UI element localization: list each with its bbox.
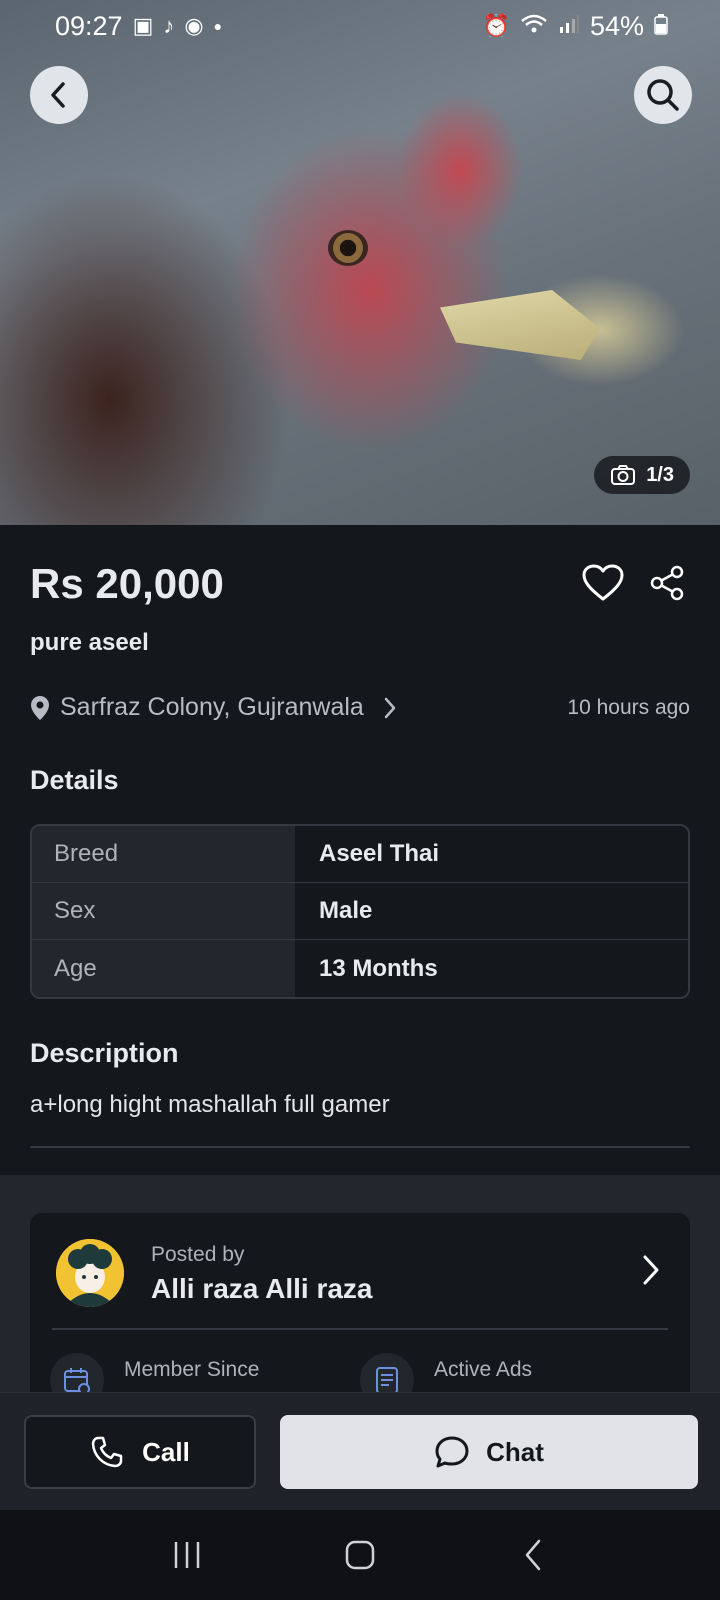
recent-apps-button[interactable] bbox=[157, 1530, 217, 1580]
home-icon bbox=[345, 1540, 375, 1570]
photo-rooster-eye bbox=[328, 230, 368, 266]
price: Rs 20,000 bbox=[30, 560, 224, 607]
tiktok-icon: ♪ bbox=[163, 13, 175, 38]
photo-rooster-beak bbox=[440, 290, 600, 360]
gallery-icon: ▣ bbox=[132, 13, 154, 38]
back-icon bbox=[526, 1539, 541, 1571]
chevron-right-icon bbox=[643, 1255, 659, 1285]
back-button[interactable] bbox=[30, 66, 88, 124]
chat-button[interactable]: Chat bbox=[280, 1415, 698, 1489]
details-row-breed: Breed Aseel Thai bbox=[32, 826, 688, 883]
battery-icon bbox=[654, 11, 668, 42]
chat-label: Chat bbox=[486, 1436, 544, 1467]
status-bar: 09:27 ▣ ♪ ◉ ● ⏰ 54% bbox=[0, 0, 720, 52]
home-button[interactable] bbox=[330, 1530, 390, 1580]
share-button[interactable] bbox=[644, 560, 690, 606]
description-heading: Description bbox=[30, 1038, 179, 1068]
posted-by-label: Posted by bbox=[151, 1243, 245, 1266]
heart-icon bbox=[582, 564, 624, 601]
details-key: Age bbox=[32, 940, 295, 997]
favorite-button[interactable] bbox=[580, 560, 626, 606]
details-key: Sex bbox=[32, 883, 295, 939]
signal-icon bbox=[558, 11, 580, 42]
details-row-sex: Sex Male bbox=[32, 883, 688, 940]
call-button[interactable]: Call bbox=[24, 1415, 256, 1489]
location-text: Sarfraz Colony, Gujranwala bbox=[60, 693, 364, 721]
details-key: Breed bbox=[32, 826, 295, 882]
clock: 09:27 bbox=[55, 10, 123, 41]
photo-counter: 1/3 bbox=[594, 456, 690, 494]
seller-card[interactable]: Posted by Alli raza Alli raza Member Sin… bbox=[30, 1213, 690, 1413]
posted-time: 10 hours ago bbox=[567, 696, 690, 719]
location-pin-icon bbox=[31, 695, 49, 720]
divider bbox=[30, 1146, 690, 1148]
avatar bbox=[56, 1239, 124, 1307]
listing-content: Rs 20,000 pure aseel Sarfraz Colony, Guj… bbox=[0, 525, 720, 1175]
seller-name: Alli raza Alli raza bbox=[151, 1273, 373, 1304]
phone-icon bbox=[91, 1436, 123, 1468]
dot-icon: ● bbox=[213, 18, 223, 34]
call-label: Call bbox=[142, 1436, 190, 1467]
battery-percent: 54% bbox=[589, 10, 644, 41]
recent-apps-icon bbox=[174, 1542, 199, 1568]
details-row-age: Age 13 Months bbox=[32, 940, 688, 997]
location-link[interactable]: Sarfraz Colony, Gujranwala bbox=[30, 693, 398, 722]
search-button[interactable] bbox=[634, 66, 692, 124]
search-icon bbox=[647, 79, 679, 111]
chat-icon bbox=[435, 1436, 469, 1468]
description-text: a+long hight mashallah full gamer bbox=[30, 1091, 390, 1118]
details-value: 13 Months bbox=[295, 940, 688, 997]
status-left: 09:27 ▣ ♪ ◉ ● bbox=[55, 11, 222, 42]
wifi-icon bbox=[520, 11, 548, 42]
active-ads-label: Active Ads bbox=[434, 1358, 533, 1381]
chevron-right-icon bbox=[384, 697, 396, 718]
details-value: Male bbox=[295, 883, 688, 939]
listing-title: pure aseel bbox=[30, 629, 149, 656]
details-table: Breed Aseel Thai Sex Male Age 13 Months bbox=[30, 824, 690, 999]
details-heading: Details bbox=[30, 765, 119, 795]
member-since-label: Member Since bbox=[124, 1358, 260, 1381]
seller-profile-link[interactable] bbox=[640, 1253, 662, 1292]
seller-section: Posted by Alli raza Alli raza Member Sin… bbox=[0, 1175, 720, 1413]
share-icon bbox=[650, 565, 684, 601]
photo-counter-text: 1/3 bbox=[646, 463, 674, 486]
details-value: Aseel Thai bbox=[295, 826, 688, 882]
chevron-left-icon bbox=[51, 82, 65, 108]
alarm-icon: ⏰ bbox=[482, 13, 510, 38]
card-divider bbox=[52, 1328, 668, 1330]
system-nav-bar bbox=[0, 1510, 720, 1600]
app-icon: ◉ bbox=[184, 13, 204, 38]
status-right: ⏰ 54% bbox=[483, 11, 668, 42]
action-bar: Call Chat bbox=[0, 1392, 720, 1510]
listing-photo[interactable]: 09:27 ▣ ♪ ◉ ● ⏰ 54% 1/3 bbox=[0, 0, 720, 525]
camera-icon bbox=[611, 465, 636, 485]
back-nav-button[interactable] bbox=[503, 1530, 563, 1580]
